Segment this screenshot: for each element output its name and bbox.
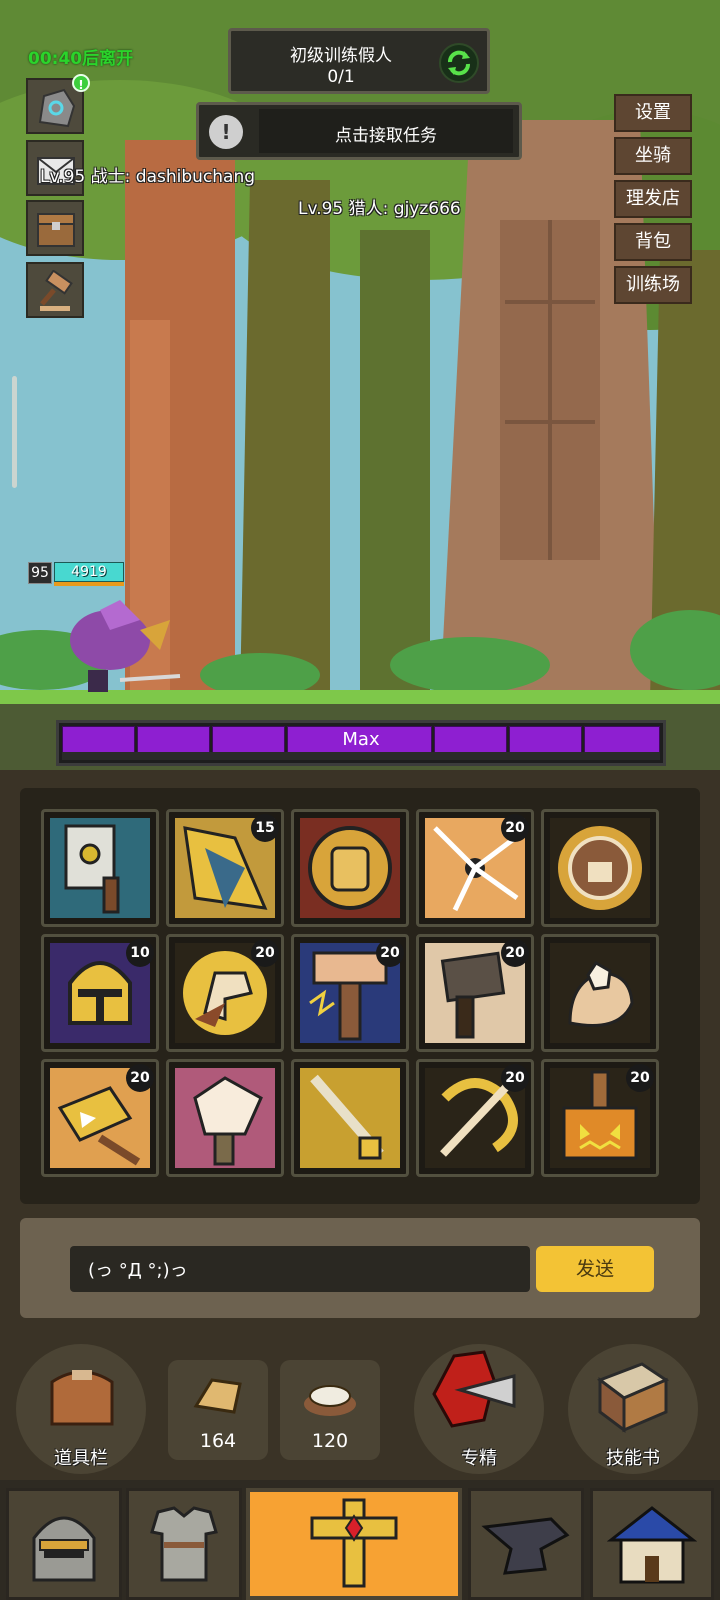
player-energy-bar [54,582,124,586]
target-arrow-icon [432,1350,516,1428]
tab-anvil[interactable] [468,1488,584,1600]
player-level-badge: 95 [28,562,52,584]
armor-icon [150,1506,218,1582]
treasure-chest-icon [37,213,75,247]
skill-count: 20 [626,1064,654,1092]
skill-slot-15[interactable]: 20 [541,1059,659,1177]
item-bar-label: 道具栏 [54,1448,108,1469]
alert-icon: ! [209,115,243,149]
gavel-icon [40,270,73,311]
skill-slot-4[interactable]: 20 [416,809,534,927]
specialization-button[interactable]: 专精 [414,1344,544,1476]
golden-punch-skill-icon [550,818,650,918]
send-button[interactable]: 发送 [536,1246,654,1292]
skill-slot-9[interactable]: 20 [416,934,534,1052]
training-ground-button[interactable]: 训练场 [614,266,692,304]
rune-stone-icon [38,88,76,128]
skill-count: 20 [501,814,529,842]
skill-count: 20 [376,939,404,967]
anvil-icon [481,1517,570,1575]
skill-slot-8[interactable]: 20 [291,934,409,1052]
player-name-hunter[interactable]: Lv.95 猎人: gjyz666 [298,194,461,219]
player-hp-bar: 4919 [54,562,124,582]
accept-task-label: 点击接取任务 [335,126,437,146]
skill-slot-5[interactable] [541,809,659,927]
skill-count: 10 [126,939,154,967]
settings-button[interactable]: 设置 [614,94,692,132]
combo-bar-label: Max [342,729,380,750]
skill-count: 15 [251,814,279,842]
book-icon [596,1362,670,1433]
golden-sword-skill-icon [300,1068,400,1168]
refresh-icon [448,50,470,76]
skill-book-button[interactable]: 技能书 [568,1344,698,1476]
chat-input[interactable] [70,1246,530,1292]
open-hand-skill-icon [550,943,650,1043]
helmet-icon [32,1516,96,1582]
bread-item[interactable]: 164 [168,1360,268,1460]
quest-tracker[interactable]: 初级训练假人 0/1 [228,28,490,94]
bread-icon [193,1378,242,1414]
cross-sword-icon [310,1498,398,1588]
fish-item[interactable]: 120 [280,1360,380,1460]
tab-helmet[interactable] [6,1488,122,1600]
skill-grid: 15 20 10 20 20 20 20 20 20 [20,788,700,1204]
bottom-nav [0,1480,720,1600]
quest-progress: 0/1 [327,67,355,87]
refresh-quest-button[interactable] [439,43,479,83]
lower-panel: 15 20 10 20 20 20 20 20 20 (っ °Д °;)っ 发送… [0,770,720,1600]
accept-task-button[interactable]: ! 点击接取任务 [196,102,522,160]
leave-timer: 00:40后离开 [28,49,134,69]
combo-bar: Max [56,720,666,766]
skill-count: 20 [251,939,279,967]
skill-slot-13[interactable] [291,1059,409,1177]
barber-button[interactable]: 理发店 [614,180,692,218]
auction-slot[interactable] [26,262,84,318]
mount-button[interactable]: 坐骑 [614,137,692,175]
skill-slot-2[interactable]: 15 [166,809,284,927]
item-bar-button[interactable]: 道具栏 [16,1344,146,1476]
fish-count: 120 [311,1430,349,1452]
skill-slot-11[interactable]: 20 [41,1059,159,1177]
tab-battle[interactable] [246,1488,462,1600]
game-scene: 00:40后离开 初级训练假人 0/1 ! 点击接取任务 ! Lv.95 战士:… [0,0,720,770]
side-scrollbar[interactable] [12,376,17,488]
backpack-button[interactable]: 背包 [614,223,692,261]
skill-count: 20 [501,939,529,967]
skill-slot-1[interactable] [41,809,159,927]
treasure-chest-slot[interactable] [26,200,84,256]
skill-count: 20 [126,1064,154,1092]
satchel-icon [50,1370,114,1426]
right-menu: 设置 坐骑 理发店 背包 训练场 [614,94,692,309]
tab-town[interactable] [590,1488,714,1600]
fist-shield-skill-icon [300,818,400,918]
quest-title: 初级训练假人 [290,46,392,66]
hammer-skill-icon [50,818,150,918]
tab-armor[interactable] [126,1488,242,1600]
house-icon [607,1506,697,1584]
rune-stone-slot[interactable]: ! [26,74,90,134]
notification-icon: ! [72,74,90,92]
fish-plate-icon [304,1385,356,1416]
skill-slot-14[interactable]: 20 [416,1059,534,1177]
chat-panel: 发送 [20,1218,700,1318]
specialization-label: 专精 [461,1448,497,1469]
bread-count: 164 [199,1430,237,1452]
skill-book-label: 技能书 [606,1448,660,1469]
player-name-warrior[interactable]: Lv.95 战士: dashibuchang [40,162,255,187]
skill-count: 20 [501,1064,529,1092]
skill-slot-6[interactable]: 10 [41,934,159,1052]
white-hammer-skill-icon [175,1068,275,1168]
skill-slot-3[interactable] [291,809,409,927]
skill-slot-7[interactable]: 20 [166,934,284,1052]
skill-slot-12[interactable] [166,1059,284,1177]
skill-slot-10[interactable] [541,934,659,1052]
